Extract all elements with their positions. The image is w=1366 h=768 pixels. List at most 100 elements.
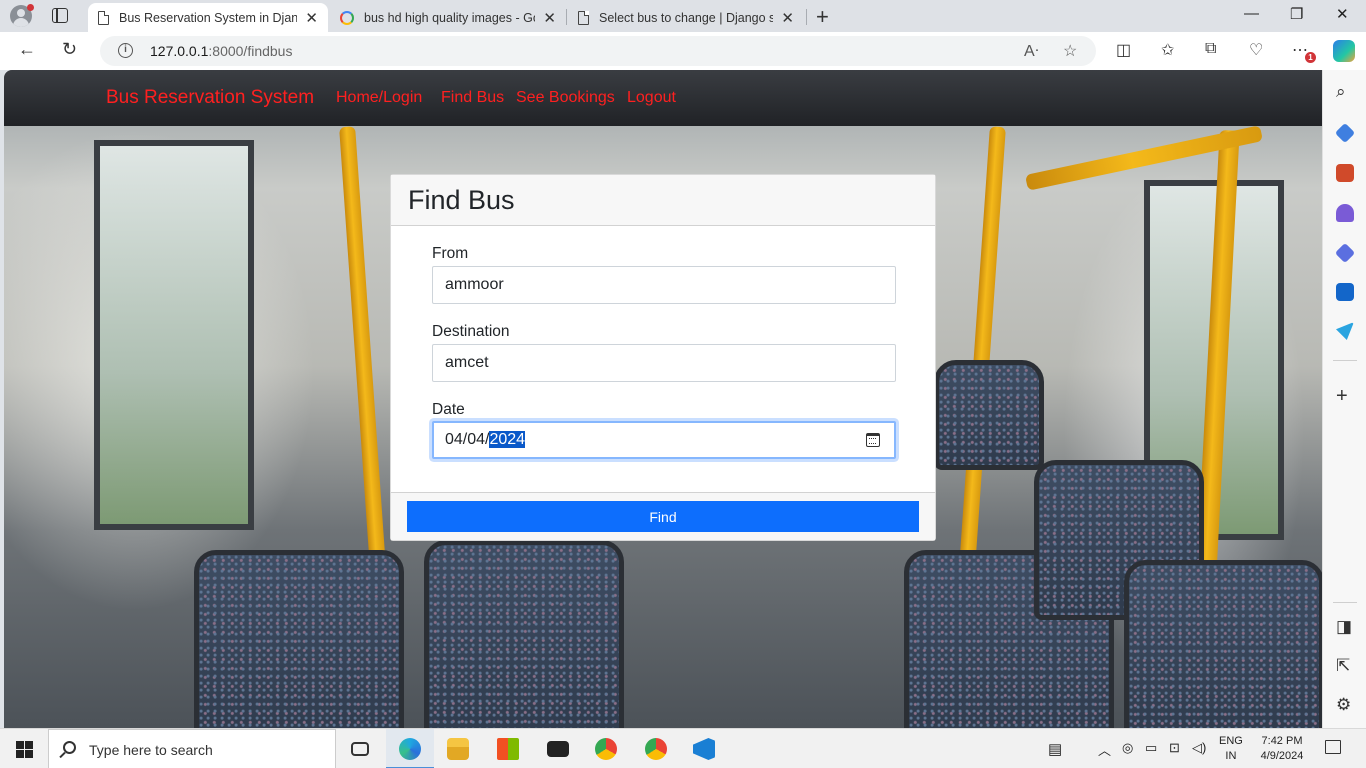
tab-title: Bus Reservation System in Djang (119, 10, 298, 25)
find-button[interactable]: Find (407, 501, 919, 532)
refresh-icon[interactable]: ↻ (62, 39, 77, 60)
restore-button[interactable]: ❐ (1290, 5, 1303, 23)
settings-gear-icon[interactable]: ⚙ (1336, 695, 1351, 715)
shopping-tag-icon[interactable] (1334, 122, 1356, 144)
tab-title: Select bus to change | Django sit (599, 10, 774, 25)
vscode-icon (693, 738, 715, 760)
destination-label: Destination (432, 323, 510, 340)
input-language[interactable]: ENG IN (1219, 734, 1243, 764)
tab-divider (566, 9, 567, 25)
card-header: Find Bus (391, 175, 935, 226)
date-value-prefix: 04/04/ (445, 431, 490, 448)
taskbar-vscode[interactable] (680, 729, 728, 768)
tab-actions-icon[interactable] (52, 8, 68, 23)
edge-icon (399, 738, 421, 760)
card-footer: Find (391, 492, 935, 540)
nav-home-login[interactable]: Home/Login (336, 89, 422, 107)
favorites-icon[interactable]: ✩ (1161, 40, 1174, 60)
back-arrow-icon[interactable]: ← (18, 39, 36, 60)
web-page: Bus Reservation System Home/Login Find B… (4, 70, 1322, 728)
taskbar-edge[interactable] (386, 729, 434, 768)
task-view-button[interactable] (336, 729, 384, 768)
from-label: From (432, 245, 469, 262)
language-code: ENG (1219, 735, 1243, 747)
bus-seat (424, 540, 624, 728)
minimize-button[interactable]: — (1244, 5, 1259, 22)
taskbar-chrome-profile[interactable] (632, 729, 680, 768)
close-icon[interactable]: ✕ (781, 9, 794, 27)
meet-now-icon[interactable]: ◎ (1122, 740, 1133, 756)
nav-logout[interactable]: Logout (627, 89, 676, 107)
tab-google-images[interactable]: bus hd high quality images - Goo ✕ (330, 3, 566, 32)
microsoft-365-icon[interactable] (1334, 242, 1356, 264)
taskbar-store[interactable] (484, 729, 532, 768)
system-clock[interactable]: 7:42 PM 4/9/2024 (1256, 734, 1308, 764)
date-value-selected: 2024 (489, 431, 526, 448)
window-close-button[interactable]: ✕ (1336, 5, 1349, 23)
bus-window-left (94, 140, 254, 530)
taskbar-search-box[interactable]: Type here to search (48, 729, 336, 768)
new-tab-button[interactable]: + (816, 4, 829, 30)
date-label: Date (432, 401, 465, 418)
tab-title: bus hd high quality images - Goo (364, 10, 536, 25)
date-input[interactable]: 04/04/2024 (432, 421, 896, 459)
copilot-icon[interactable] (1333, 40, 1355, 62)
nav-find-bus[interactable]: Find Bus (441, 89, 504, 107)
page-icon (98, 10, 109, 25)
tab-bus-reservation[interactable]: Bus Reservation System in Djang ✕ (88, 3, 328, 32)
destination-value: amcet (445, 354, 489, 371)
games-icon[interactable] (1336, 204, 1354, 222)
battery-icon[interactable]: ▭ (1145, 740, 1157, 756)
collections-icon[interactable]: ⧉ (1205, 40, 1216, 58)
site-info-icon[interactable]: i (118, 43, 133, 58)
tab-divider (806, 9, 807, 25)
edge-sidebar: ⌕ + ◨ ⇱ ⚙ (1322, 70, 1366, 728)
favorite-star-icon[interactable]: ☆ (1063, 41, 1077, 61)
close-icon[interactable]: ✕ (543, 9, 556, 27)
bus-seat (1124, 560, 1322, 728)
clock-time: 7:42 PM (1261, 735, 1303, 747)
notification-icon[interactable] (1325, 740, 1341, 754)
from-input[interactable]: ammoor (432, 266, 896, 304)
outlook-icon[interactable] (1336, 283, 1354, 301)
taskbar-chrome[interactable] (582, 729, 630, 768)
address-bar[interactable]: i 127.0.0.1:8000/findbus Aᐧ ☆ (100, 36, 1096, 66)
mail-icon (547, 741, 569, 757)
destination-input[interactable]: amcet (432, 344, 896, 382)
close-icon[interactable]: ✕ (305, 9, 318, 27)
show-hidden-icons-chevron-icon[interactable]: ︿ (1098, 740, 1111, 759)
send-telegram-icon[interactable] (1336, 322, 1354, 340)
sidebar-divider (1333, 602, 1357, 603)
find-bus-card: Find Bus From ammoor Destination amcet D… (390, 174, 936, 541)
browser-tab-strip: Bus Reservation System in Djang ✕ bus hd… (0, 0, 1366, 32)
browser-essentials-icon[interactable]: ♡ (1249, 40, 1263, 60)
region-code: IN (1225, 750, 1237, 762)
read-aloud-icon[interactable]: Aᐧ (1024, 41, 1039, 61)
volume-icon[interactable]: ◁) (1192, 740, 1206, 756)
task-view-icon (351, 742, 369, 756)
search-icon[interactable]: ⌕ (1336, 82, 1346, 102)
sidebar-panel-icon[interactable]: ◨ (1336, 617, 1352, 637)
bus-seat (934, 360, 1044, 470)
chrome-icon (595, 738, 617, 760)
news-widget-icon[interactable]: ▤ (1048, 740, 1062, 758)
url-path: :8000/findbus (208, 43, 293, 59)
external-link-icon[interactable]: ⇱ (1336, 656, 1350, 676)
tab-django-admin[interactable]: Select bus to change | Django sit ✕ (568, 3, 804, 32)
windows-start-icon[interactable] (16, 741, 33, 758)
site-brand[interactable]: Bus Reservation System (106, 87, 314, 109)
taskbar-file-explorer[interactable] (434, 729, 482, 768)
profile-notification-dot (27, 4, 34, 11)
add-icon[interactable]: + (1336, 385, 1348, 408)
nav-see-bookings[interactable]: See Bookings (516, 89, 615, 107)
google-icon (340, 10, 354, 25)
bus-seat (194, 550, 404, 728)
tools-briefcase-icon[interactable] (1336, 164, 1354, 182)
calendar-icon[interactable] (866, 433, 880, 447)
store-icon (497, 738, 519, 760)
taskbar-mail[interactable] (534, 729, 582, 768)
split-screen-icon[interactable]: ◫ (1116, 40, 1131, 60)
url-text[interactable]: 127.0.0.1:8000/findbus (150, 43, 292, 59)
chrome-profile-icon (645, 738, 667, 760)
network-icon[interactable]: ⊡ (1169, 740, 1180, 756)
